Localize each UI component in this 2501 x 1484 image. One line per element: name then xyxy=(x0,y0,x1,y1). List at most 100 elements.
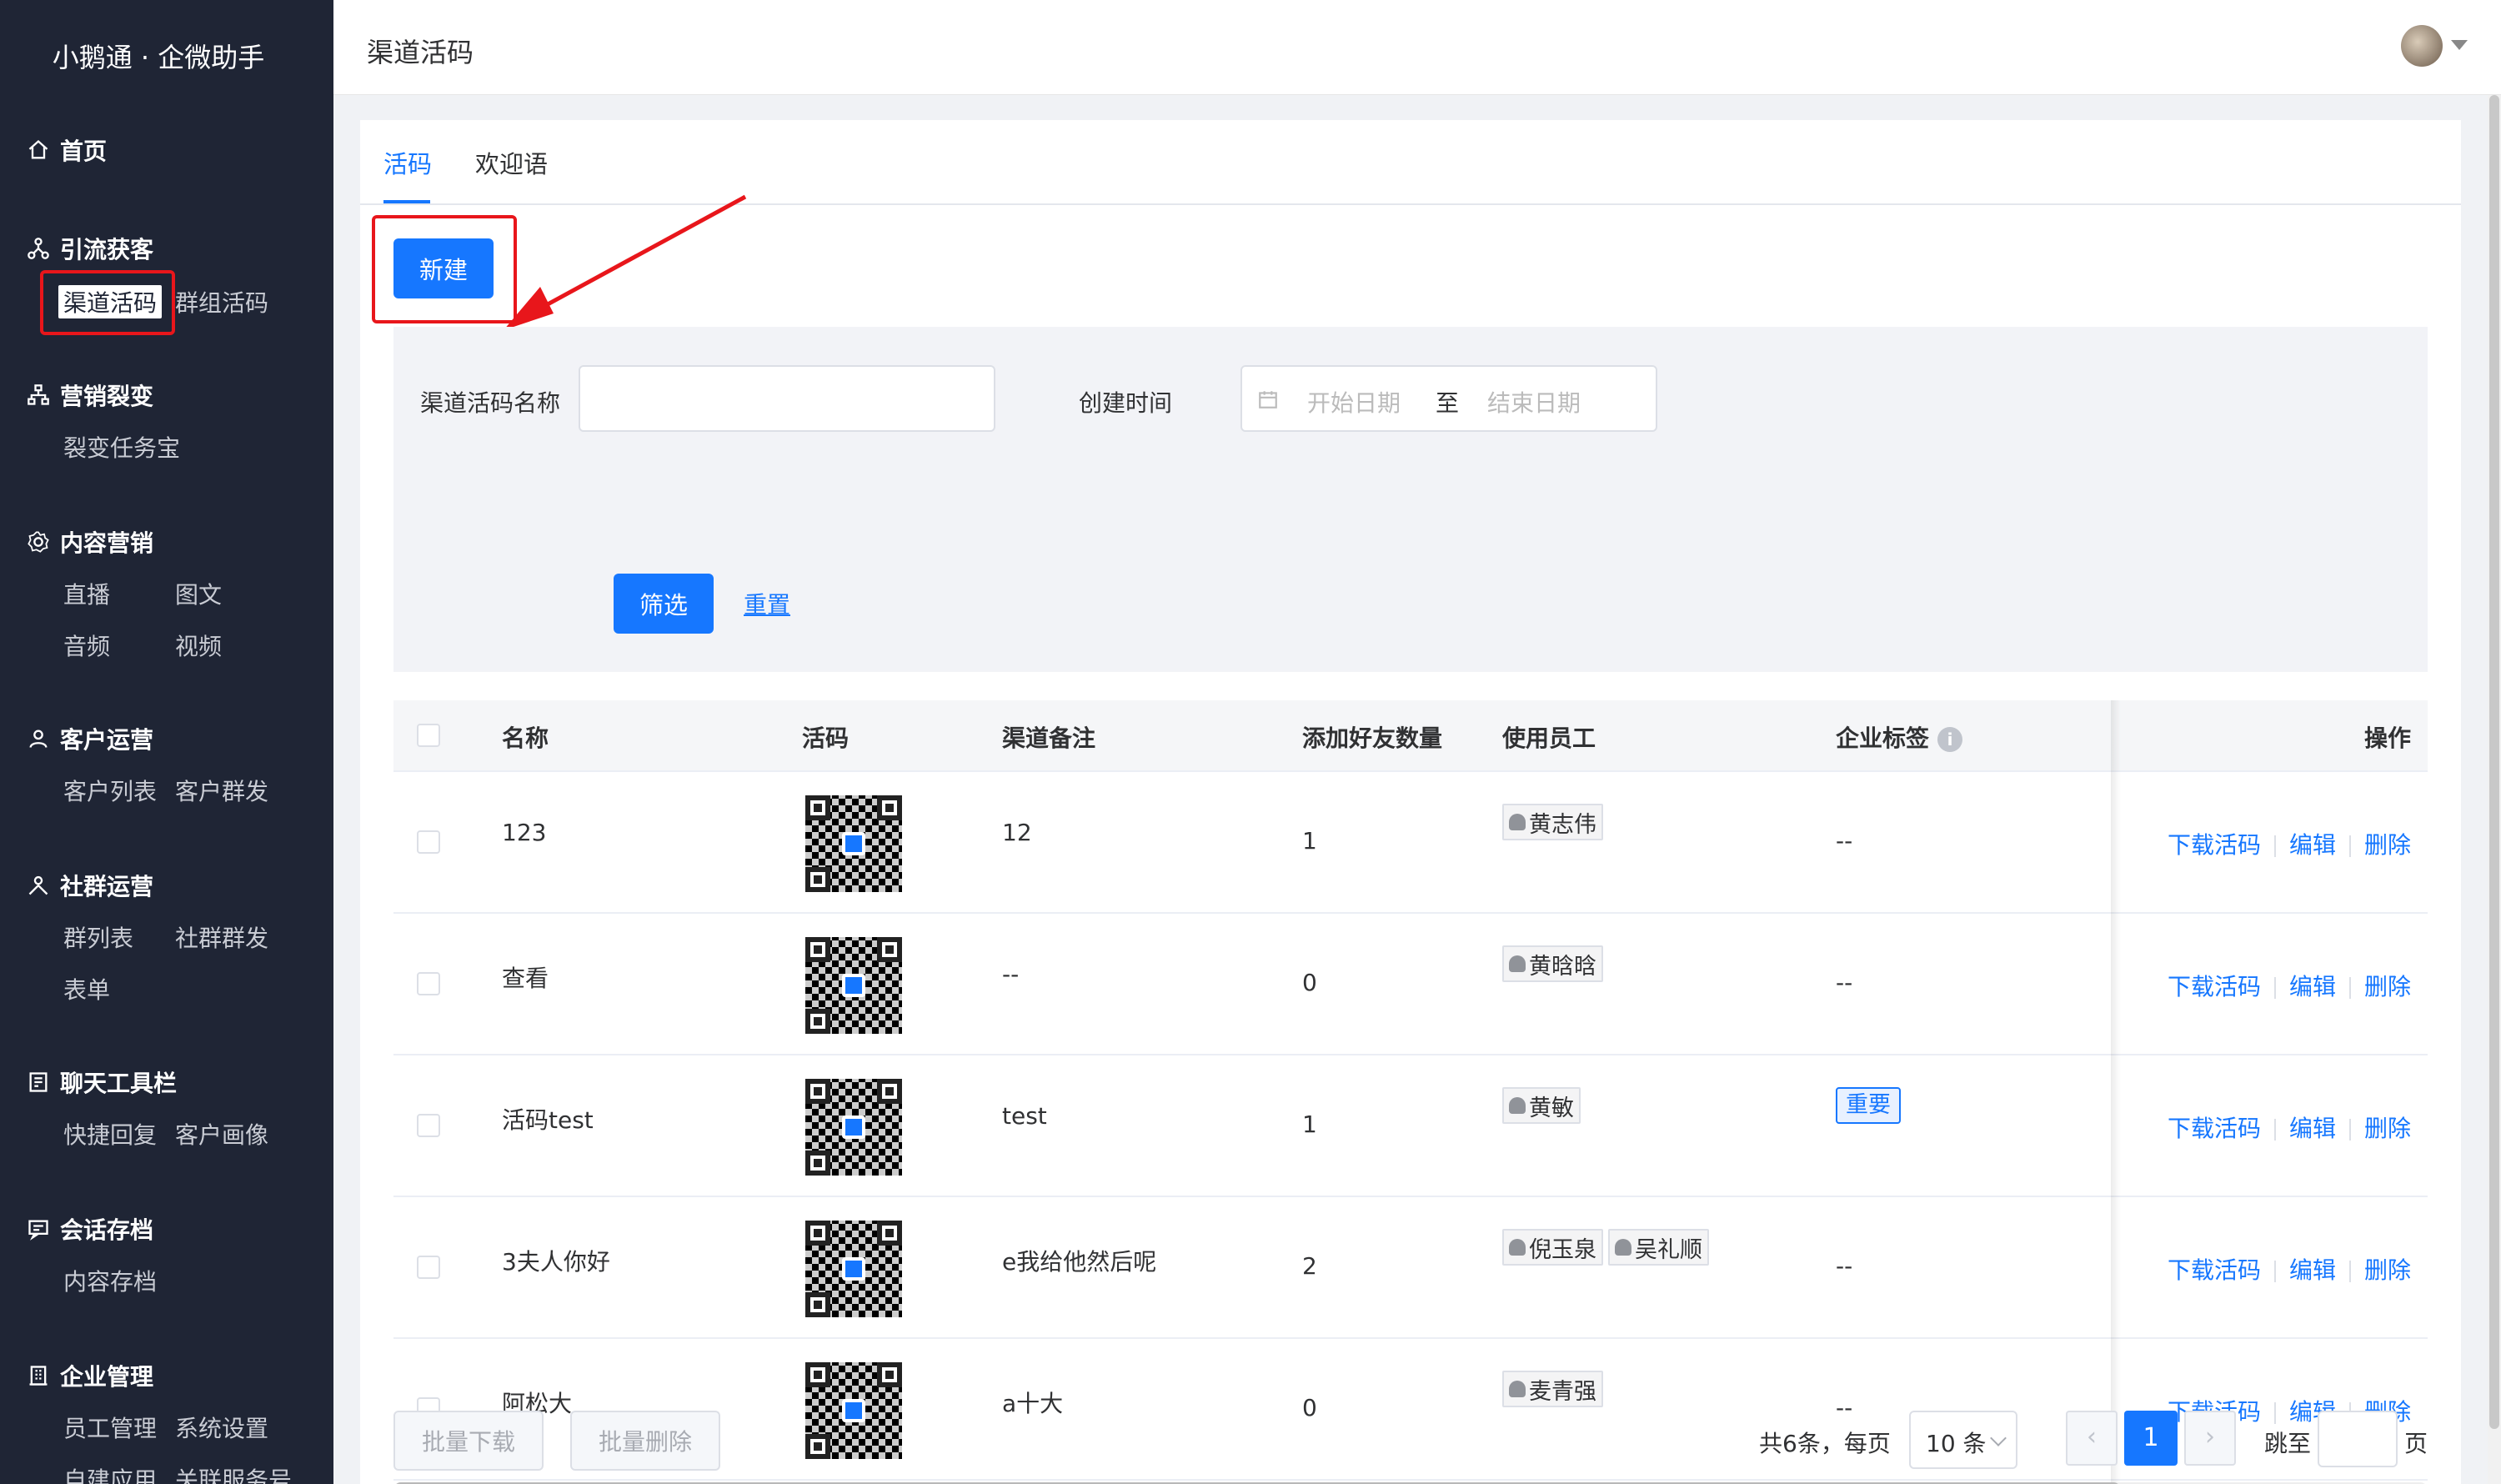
row-checkbox[interactable] xyxy=(417,830,440,854)
row-name: 活码test xyxy=(502,1106,594,1134)
row-friend-count: 2 xyxy=(1302,1252,1317,1280)
sidebar-item-customer-list[interactable]: 客户列表 xyxy=(63,774,175,807)
row-corp-tag: -- xyxy=(1836,1394,1853,1421)
row-friend-count: 0 xyxy=(1302,1394,1317,1421)
sidebar-item-audio[interactable]: 音频 xyxy=(63,629,175,662)
row-actions: 下载活码编辑删除 xyxy=(2168,827,2411,860)
edit-link[interactable]: 编辑 xyxy=(2289,831,2336,859)
user-icon xyxy=(1509,814,1526,830)
sidebar-item-settings[interactable]: 系统设置 xyxy=(175,1411,287,1444)
row-friend-count: 1 xyxy=(1302,827,1317,855)
sidebar-item-live[interactable]: 直播 xyxy=(63,577,175,610)
new-button[interactable]: 新建 xyxy=(393,238,494,298)
sidebar-item-group-code[interactable]: 群组活码 xyxy=(175,285,268,318)
edit-link[interactable]: 编辑 xyxy=(2289,1256,2336,1284)
sidebar-item-staff[interactable]: 员工管理 xyxy=(63,1411,175,1444)
info-icon[interactable]: i xyxy=(1937,727,1963,752)
jump-page-input[interactable] xyxy=(2318,1411,2398,1467)
caret-down-icon[interactable] xyxy=(2451,40,2468,50)
table-header: 名称 活码 渠道备注 添加好友数量 使用员工 企业标签 i 操作 xyxy=(393,700,2428,772)
gear-icon xyxy=(28,531,49,553)
sidebar-group-customer: 客户运营 客户列表 客户群发 xyxy=(27,722,287,807)
sidebar-item-group-broadcast[interactable]: 社群群发 xyxy=(175,920,287,954)
name-filter-input[interactable] xyxy=(579,365,995,432)
app-root: 小鹅通 · 企微助手 首页 引流获客 渠道活码 群组活码 营销裂变 裂变任务宝 xyxy=(0,0,2501,1484)
employee-name: 倪玉泉 xyxy=(1529,1236,1596,1263)
next-page-button[interactable]: › xyxy=(2184,1411,2236,1466)
batch-download-button[interactable]: 批量下载 xyxy=(393,1411,544,1471)
edit-link[interactable]: 编辑 xyxy=(2289,1115,2336,1142)
download-code-link[interactable]: 下载活码 xyxy=(2168,1115,2261,1142)
home-icon xyxy=(28,139,48,159)
date-range-picker[interactable]: 开始日期 至 结束日期 xyxy=(1240,365,1657,432)
sidebar-item-quick-reply[interactable]: 快捷回复 xyxy=(63,1117,175,1151)
column-header: 活码 xyxy=(802,724,850,752)
row-checkbox[interactable] xyxy=(417,1114,440,1137)
employee-name: 黄志伟 xyxy=(1529,811,1596,838)
delete-link[interactable]: 删除 xyxy=(2364,1115,2411,1142)
page-title: 渠道活码 xyxy=(367,37,474,68)
fixed-column-shadow xyxy=(2111,700,2121,1484)
delete-link[interactable]: 删除 xyxy=(2364,1256,2411,1284)
delete-link[interactable]: 删除 xyxy=(2364,831,2411,859)
filter-button[interactable]: 筛选 xyxy=(614,574,714,634)
user-icon xyxy=(29,729,48,748)
tab-live-code[interactable]: 活码 xyxy=(383,145,432,180)
prev-page-button[interactable]: ‹ xyxy=(2066,1411,2118,1466)
tab-welcome[interactable]: 欢迎语 xyxy=(475,145,548,180)
sidebar-item-form[interactable]: 表单 xyxy=(63,972,175,1005)
download-code-link[interactable]: 下载活码 xyxy=(2168,831,2261,859)
qr-code-image xyxy=(805,1362,902,1459)
avatar[interactable] xyxy=(2401,25,2443,67)
sidebar-group-title: 社群运营 xyxy=(60,873,154,900)
employee-name: 黄晗晗 xyxy=(1529,953,1596,980)
batch-delete-button[interactable]: 批量删除 xyxy=(570,1411,720,1471)
start-date-placeholder[interactable]: 开始日期 xyxy=(1307,385,1401,419)
divider xyxy=(2273,835,2276,857)
column-header: 渠道备注 xyxy=(1002,724,1096,752)
row-checkbox[interactable] xyxy=(417,1256,440,1279)
vertical-scrollbar[interactable] xyxy=(2488,95,2501,1484)
delete-link[interactable]: 删除 xyxy=(2364,973,2411,1000)
select-all-checkbox[interactable] xyxy=(417,724,440,747)
row-remark: test xyxy=(1002,1102,1047,1130)
scrollbar-thumb[interactable] xyxy=(2489,95,2499,1429)
download-code-link[interactable]: 下载活码 xyxy=(2168,1256,2261,1284)
sidebar-item-group-list[interactable]: 群列表 xyxy=(63,920,175,954)
sidebar-group-community: 社群运营 群列表 社群群发 表单 xyxy=(27,869,287,1005)
table-row: 查看 -- 0 黄晗晗 -- 下载活码 编辑 删除 xyxy=(393,914,2428,1055)
sidebar-item-content-archive[interactable]: 内容存档 xyxy=(63,1264,175,1297)
sidebar-group-title: 聊天工具栏 xyxy=(60,1070,178,1097)
download-code-link[interactable]: 下载活码 xyxy=(2168,973,2261,1000)
edit-link[interactable]: 编辑 xyxy=(2289,973,2336,1000)
sidebar-item-fission-task[interactable]: 裂变任务宝 xyxy=(63,430,180,464)
sidebar-item-custom-app[interactable]: 自建应用 xyxy=(63,1462,175,1484)
sidebar-item-customer-broadcast[interactable]: 客户群发 xyxy=(175,774,287,807)
end-date-placeholder[interactable]: 结束日期 xyxy=(1487,385,1581,419)
row-checkbox[interactable] xyxy=(417,972,440,995)
sidebar-item-channel-code[interactable]: 渠道活码 xyxy=(58,285,163,318)
sidebar: 小鹅通 · 企微助手 首页 引流获客 渠道活码 群组活码 营销裂变 裂变任务宝 xyxy=(0,0,333,1484)
sidebar-item-video[interactable]: 视频 xyxy=(175,629,287,662)
sidebar-item-customer-profile[interactable]: 客户画像 xyxy=(175,1117,287,1151)
sidebar-item-linked-account[interactable]: 关联服务号 xyxy=(175,1462,292,1484)
page-size-value: 10 条 xyxy=(1926,1430,1987,1457)
chevron-down-icon xyxy=(1990,1430,2007,1446)
sidebar-group-chat-toolbar: 聊天工具栏 快捷回复 客户画像 xyxy=(27,1065,287,1151)
row-employees: 倪玉泉 吴礼顺 xyxy=(1502,1229,1714,1266)
column-header: 企业标签 xyxy=(1836,724,1930,752)
page-number-current[interactable]: 1 xyxy=(2124,1411,2178,1466)
row-actions: 下载活码 编辑 删除 xyxy=(2168,1110,2411,1144)
user-icon xyxy=(1615,1239,1631,1256)
tab-active-indicator xyxy=(383,200,430,203)
sidebar-item-article[interactable]: 图文 xyxy=(175,577,287,610)
users-icon xyxy=(28,875,48,895)
sidebar-group-title: 内容营销 xyxy=(60,529,154,557)
sidebar-item-home[interactable]: 首页 xyxy=(27,133,107,167)
row-corp-tag: -- xyxy=(1836,969,1853,996)
row-remark: -- xyxy=(1002,960,1020,988)
page-size-select[interactable]: 10 条 xyxy=(1909,1411,2017,1469)
qr-code-image xyxy=(805,937,902,1034)
reset-link[interactable]: 重置 xyxy=(744,587,790,620)
table-row: 3夫人你好 e我给他然后呢 2 倪玉泉 吴礼顺 -- 下载活码 编辑 删除 xyxy=(393,1197,2428,1339)
